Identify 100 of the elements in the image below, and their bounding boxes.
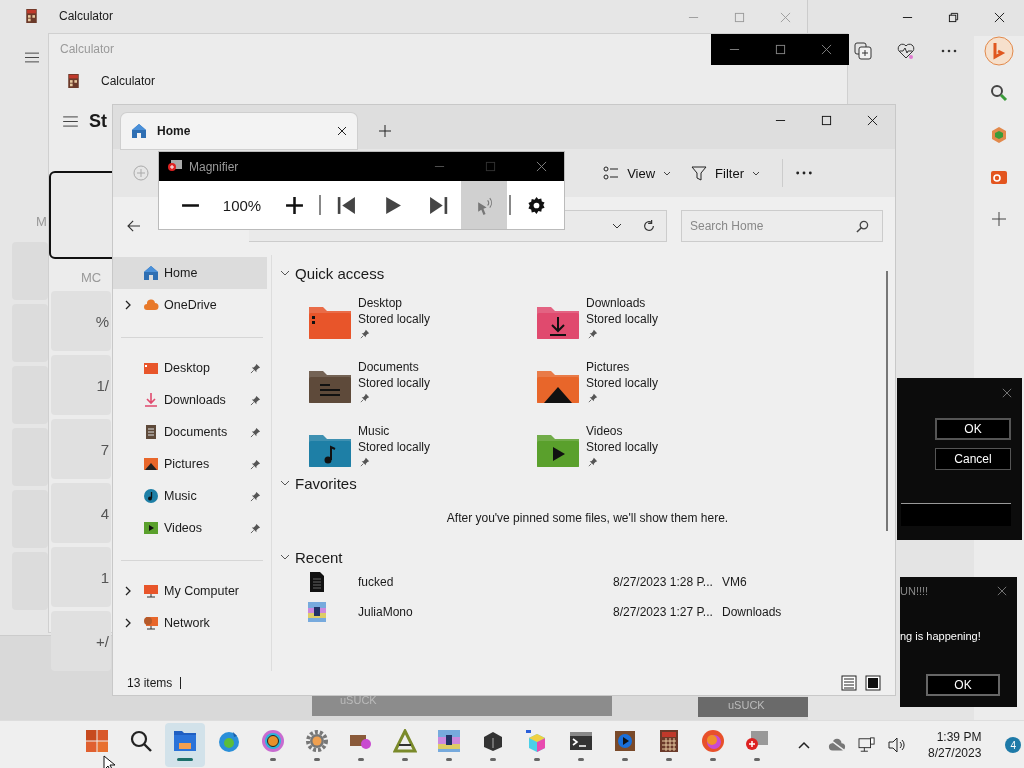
chevron-icon[interactable] (280, 554, 290, 560)
add-collection-icon[interactable] (854, 42, 872, 60)
view-button[interactable]: View (593, 161, 682, 185)
terminal-icon[interactable] (569, 729, 593, 753)
refresh-icon[interactable] (642, 219, 656, 233)
sidebar-item[interactable]: Home (113, 257, 267, 289)
gear-icon[interactable] (305, 729, 329, 753)
sidebar-item[interactable]: Downloads (113, 384, 267, 416)
section-header[interactable]: Favorites (280, 473, 357, 493)
file-name[interactable]: JuliaMono (358, 605, 613, 619)
network-icon[interactable] (858, 737, 876, 753)
file-name[interactable]: fucked (358, 575, 613, 589)
chevron-icon[interactable] (280, 270, 290, 276)
cloud-offline-icon[interactable] (828, 737, 846, 753)
pin-icon[interactable] (588, 457, 598, 467)
close-icon[interactable] (993, 11, 1005, 23)
restore-icon[interactable] (947, 11, 959, 23)
pin-icon[interactable] (588, 393, 598, 403)
archive-icon[interactable] (306, 601, 328, 623)
pin-icon[interactable] (250, 490, 261, 502)
caret-icon[interactable] (612, 223, 622, 229)
dialog-button[interactable]: OK (926, 674, 1000, 696)
filter-button[interactable]: Filter (681, 161, 770, 185)
keypad-key[interactable]: 7 (51, 419, 111, 479)
search-icon[interactable] (990, 84, 1008, 102)
keypad-key[interactable]: 1/ (51, 355, 111, 415)
sidebar-item[interactable]: Desktop (113, 352, 267, 384)
pin-icon[interactable] (250, 426, 261, 438)
chevron-icon[interactable] (125, 300, 131, 310)
keypad-key[interactable]: % (51, 291, 111, 351)
clock-time[interactable]: 1:39 PM (936, 729, 982, 745)
ring-icon[interactable] (261, 729, 285, 753)
chevron-up-icon[interactable] (798, 741, 810, 749)
globe-icon[interactable] (217, 729, 241, 753)
archive-icon[interactable] (437, 729, 461, 753)
pin-icon[interactable] (360, 393, 370, 403)
tab[interactable]: Home (121, 113, 357, 149)
grid-icon[interactable] (85, 729, 109, 753)
notification-badge[interactable]: 4 (1005, 737, 1022, 753)
chevron-icon[interactable] (125, 586, 131, 596)
menu-icon[interactable] (63, 116, 78, 127)
tiles-view-icon[interactable] (865, 675, 881, 691)
close-icon[interactable] (866, 114, 878, 126)
chevron-icon[interactable] (125, 618, 131, 628)
maximize-icon[interactable] (820, 114, 832, 126)
more-icon[interactable] (795, 170, 813, 176)
pin-icon[interactable] (250, 458, 261, 470)
caret-icon[interactable] (663, 170, 672, 176)
sidebar-item[interactable]: OneDrive (113, 289, 267, 321)
input-field[interactable] (901, 503, 1011, 526)
zoom-level: 100% (221, 196, 263, 214)
sidebar-item[interactable]: Network (113, 607, 267, 639)
section-header[interactable]: Quick access (280, 263, 385, 283)
dialog-button[interactable]: OK (935, 418, 1011, 440)
close-icon[interactable] (337, 126, 347, 136)
pin-icon[interactable] (360, 457, 370, 467)
magnifier-icon[interactable] (745, 729, 769, 753)
clock-date[interactable]: 8/27/2023 (928, 745, 982, 761)
calculator-icon[interactable] (657, 729, 681, 753)
chat-logo-icon[interactable] (984, 36, 1014, 66)
pin-icon[interactable] (360, 329, 370, 339)
sidebar-item[interactable]: Music (113, 480, 267, 512)
pin-icon[interactable] (250, 362, 261, 374)
back-arrow-icon[interactable] (127, 220, 141, 232)
sidebar-item[interactable]: Pictures (113, 448, 267, 480)
filter-icon[interactable] (691, 165, 708, 181)
list-icon[interactable] (603, 165, 620, 181)
search-icon[interactable] (856, 220, 869, 233)
search-icon[interactable] (129, 729, 153, 753)
skip-forward-icon[interactable] (428, 195, 448, 215)
menu-icon[interactable] (25, 52, 39, 63)
caret-icon[interactable] (752, 170, 760, 176)
letter-a-icon[interactable] (393, 729, 417, 753)
settings-icon[interactable] (526, 195, 546, 215)
sidebar-item[interactable]: My Computer (113, 575, 267, 607)
box-icon[interactable] (481, 729, 505, 753)
keypad-key[interactable]: +/ (51, 611, 111, 671)
pin-icon[interactable] (250, 522, 261, 534)
skip-back-icon[interactable] (336, 195, 356, 215)
hexagon-app-icon[interactable] (990, 126, 1008, 144)
pin-icon[interactable] (250, 394, 261, 406)
sidebar-item[interactable]: Documents (113, 416, 267, 448)
zoom-in-icon[interactable] (284, 195, 304, 215)
keypad-key[interactable]: 4 (51, 483, 111, 543)
swirl-icon[interactable] (701, 729, 725, 753)
heartbeat-icon[interactable] (897, 42, 915, 60)
pin-icon[interactable] (588, 329, 598, 339)
chevron-icon[interactable] (280, 480, 290, 486)
section-header[interactable]: Recent (280, 547, 343, 567)
new-tab-icon[interactable] (379, 125, 391, 137)
media-player-icon[interactable] (613, 729, 637, 753)
dialog-button[interactable]: Cancel (935, 448, 1011, 470)
scrollbar[interactable] (886, 271, 888, 531)
speaker-icon[interactable] (888, 737, 906, 753)
details-view-icon[interactable] (841, 675, 857, 691)
mail-app-icon[interactable] (990, 168, 1008, 186)
keypad-key[interactable]: 1 (51, 547, 111, 607)
folder-name: Downloads (586, 295, 646, 311)
search-field[interactable]: Search Home (681, 210, 883, 242)
sidebar-item[interactable]: Videos (113, 512, 267, 544)
